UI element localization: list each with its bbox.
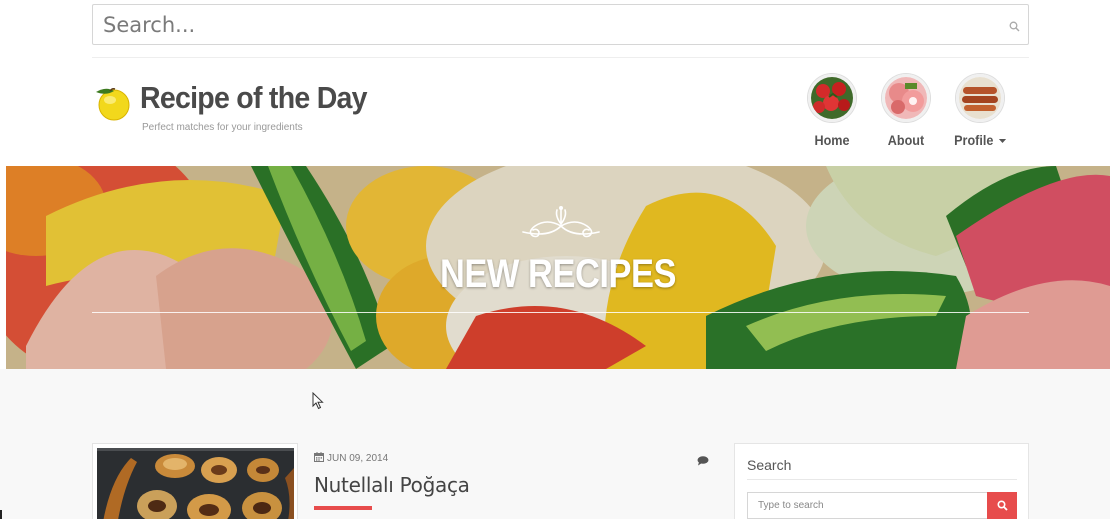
search-icon bbox=[997, 500, 1008, 511]
post-date: JUN 09, 2014 bbox=[314, 452, 388, 465]
post-title-accent bbox=[314, 506, 372, 510]
sidebar-search-widget: Search bbox=[734, 443, 1029, 519]
sausages-thumbnail bbox=[956, 74, 1004, 122]
top-search-input[interactable] bbox=[93, 5, 973, 44]
nav-label-about[interactable]: About bbox=[879, 132, 933, 148]
hero-heading: NEW RECIPES bbox=[439, 252, 677, 296]
top-search-bar[interactable] bbox=[92, 4, 1029, 45]
pastries-image bbox=[97, 448, 294, 519]
site-title[interactable]: Recipe of the Day bbox=[140, 80, 368, 116]
site-tagline: Perfect matches for your ingredients bbox=[142, 122, 303, 133]
comment-icon[interactable] bbox=[697, 453, 709, 471]
nav-label-profile[interactable]: Profile bbox=[953, 132, 1007, 148]
hero-banner: NEW RECIPES bbox=[6, 166, 1110, 369]
calendar-icon bbox=[314, 452, 324, 465]
widget-divider bbox=[747, 479, 1017, 480]
strawberries-thumbnail bbox=[808, 74, 856, 122]
sidebar-search-input[interactable] bbox=[747, 492, 987, 519]
sidebar-search-button[interactable] bbox=[987, 492, 1017, 519]
widget-title: Search bbox=[747, 457, 792, 473]
search-icon[interactable] bbox=[1009, 19, 1020, 37]
flourish-ornament-icon bbox=[519, 206, 603, 247]
post-date-text: JUN 09, 2014 bbox=[327, 453, 389, 464]
post-thumbnail[interactable] bbox=[92, 443, 298, 519]
nav-item-profile[interactable]: Profile bbox=[950, 74, 1010, 148]
mouse-cursor-icon bbox=[312, 391, 324, 415]
nav-item-about[interactable]: About bbox=[876, 74, 936, 148]
chevron-down-icon bbox=[998, 139, 1006, 144]
post-title[interactable]: Nutellalı Poğaça bbox=[314, 473, 470, 497]
header-divider bbox=[92, 57, 1029, 58]
lemon-icon bbox=[92, 84, 132, 127]
nav-item-home[interactable]: Home bbox=[802, 74, 862, 148]
cold-cuts-thumbnail bbox=[882, 74, 930, 122]
edge-marker bbox=[0, 510, 2, 519]
hero-divider bbox=[92, 312, 1029, 313]
nav-label-home[interactable]: Home bbox=[805, 132, 859, 148]
